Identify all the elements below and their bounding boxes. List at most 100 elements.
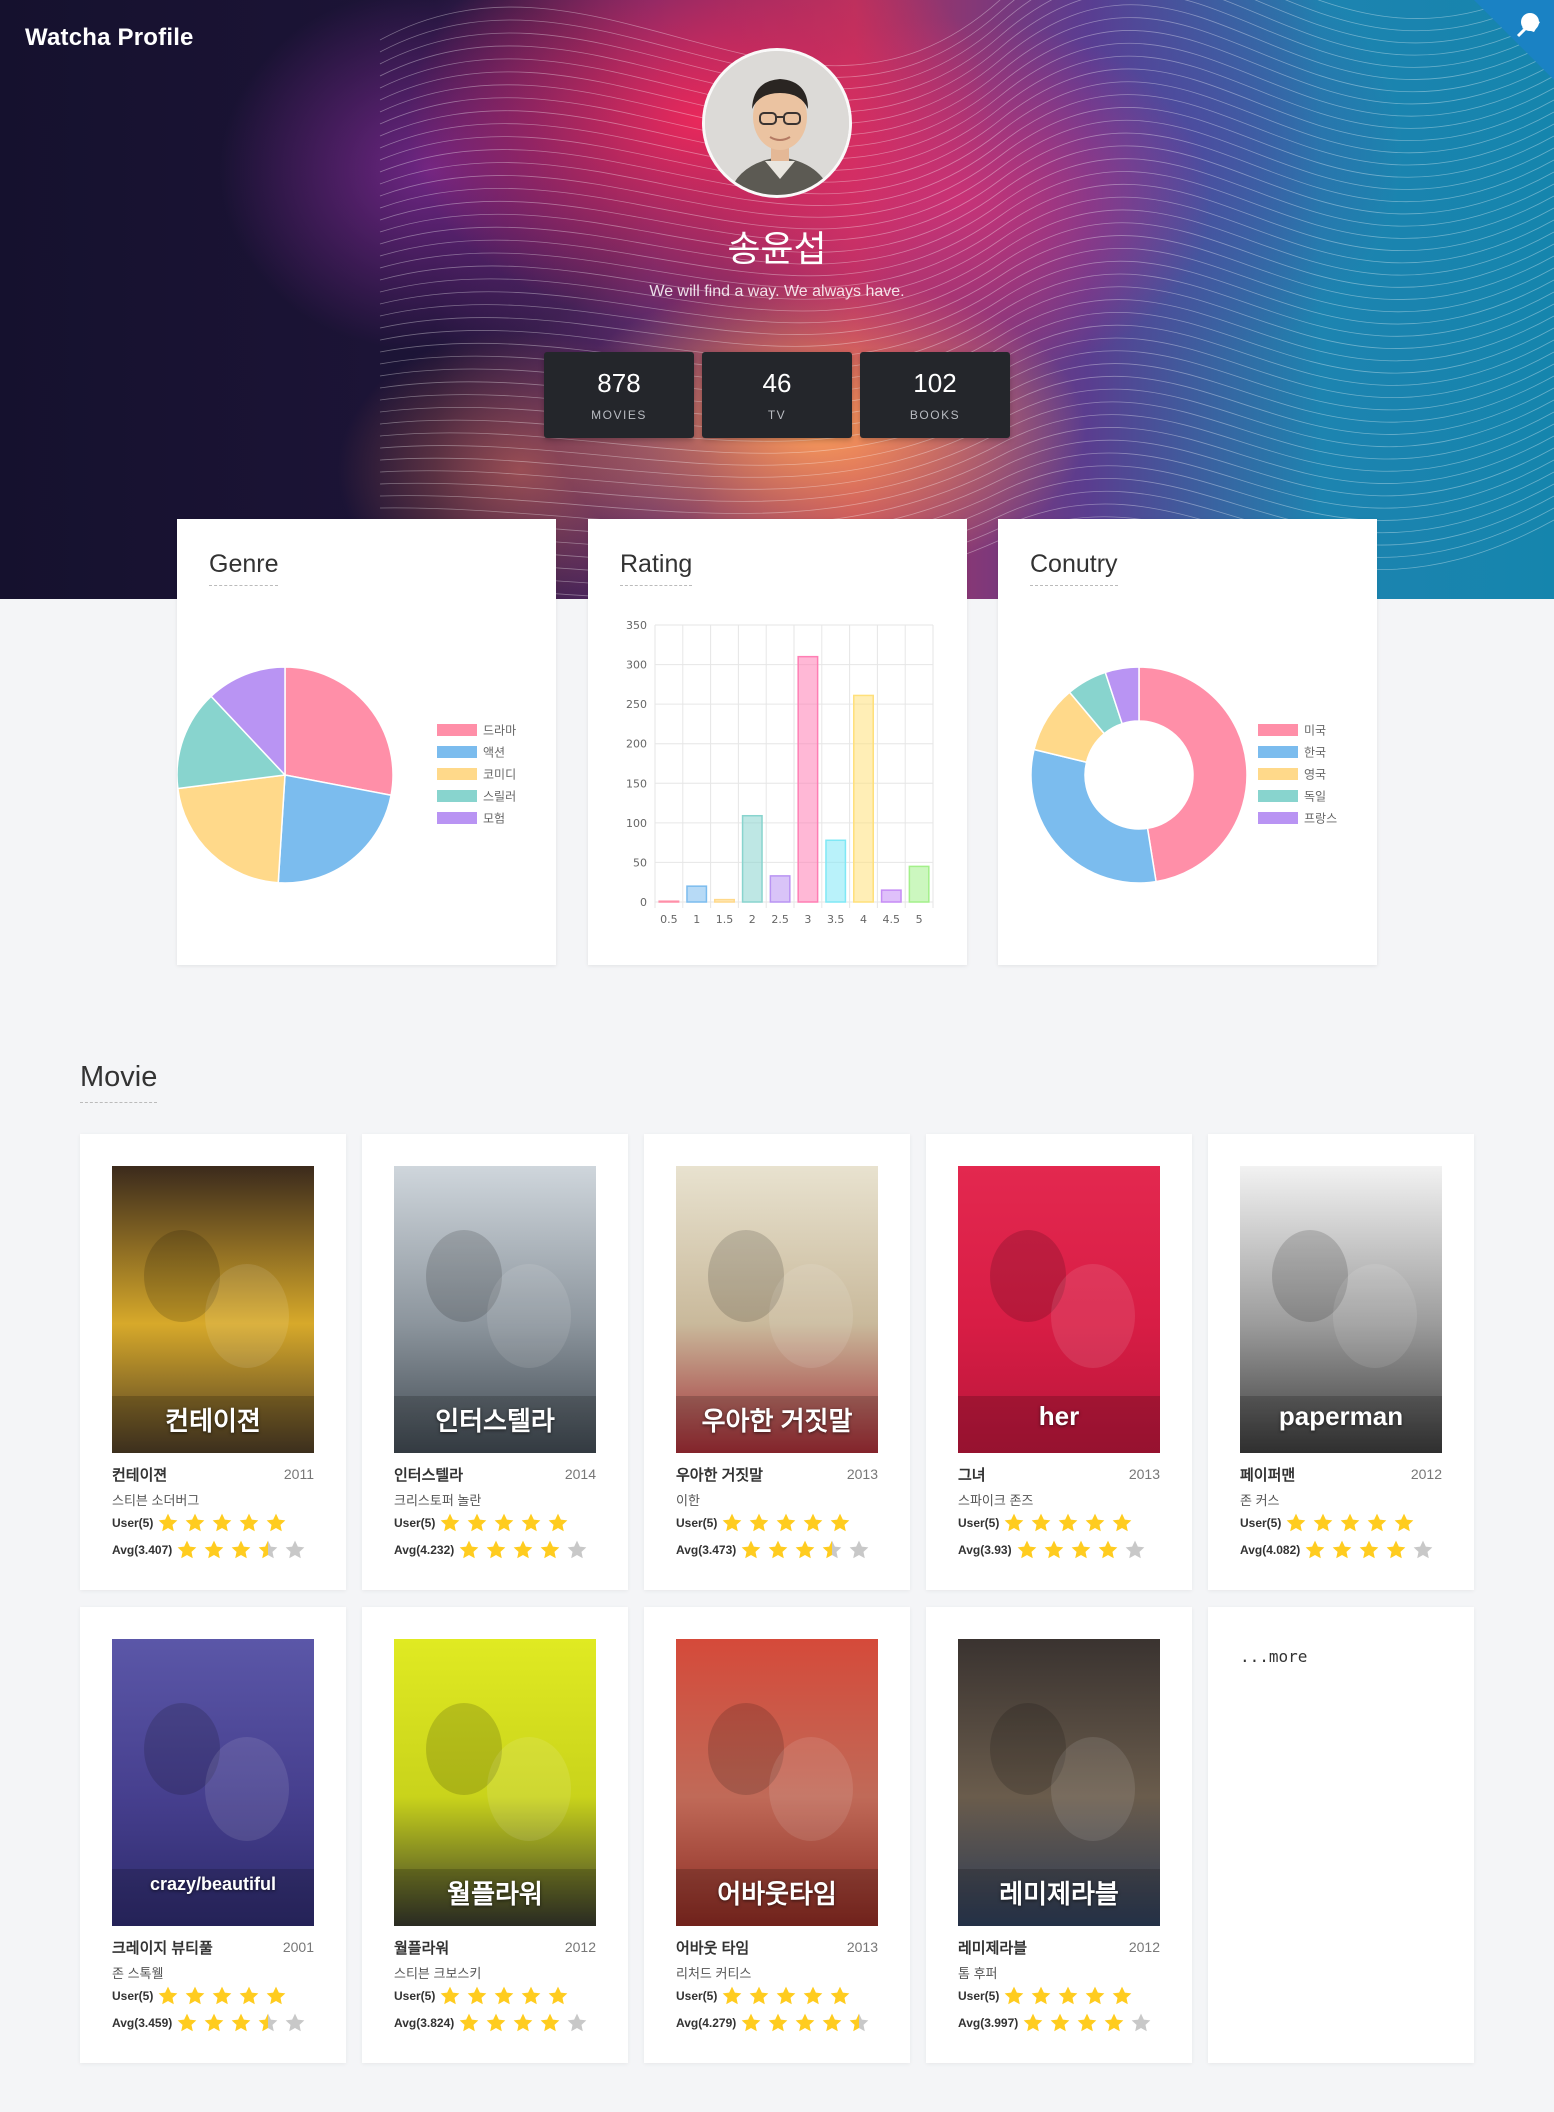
movie-card[interactable]: 레미제라블 레미제라블 2012 톰 후퍼 User(5) Avg(3.997) [926,1607,1192,2063]
genre-slice[interactable] [284,666,394,797]
poster-title-text: 레미제라블 [999,1879,1119,1909]
movie-card[interactable]: her 그녀 2013 스파이크 존즈 User(5) Avg(3.93) [926,1134,1192,1590]
rating-bar[interactable] [880,889,902,903]
star-icon [441,1513,460,1532]
star-icon [1032,1513,1051,1532]
movie-card[interactable]: 인터스텔라 인터스텔라 2014 크리스토퍼 놀란 User(5) Avg(4.… [362,1134,628,1590]
movie-card[interactable]: 월플라워 월플라워 2012 스티븐 크보스키 User(5) Avg(3.82… [362,1607,628,2063]
stat-movies-label: MOVIES [591,408,647,422]
movie-poster[interactable]: 레미제라블 [958,1639,1160,1926]
user-rating-row: User(5) [676,1985,856,2007]
brand-title[interactable]: Watcha Profile [25,24,194,52]
genre-legend-swatch [437,724,477,736]
star-icon [486,1540,506,1559]
movie-card[interactable]: 컨테이젼 컨테이젼 2011 스티븐 소더버그 User(5) Avg(3.40… [80,1134,346,1590]
movie-card[interactable]: crazy/beautiful 크레이지 뷰티풀 2001 존 스톡웰 User… [80,1607,346,2063]
country-legend-label[interactable]: 독일 [1304,790,1326,804]
movie-poster[interactable]: her [958,1166,1160,1453]
genre-legend-label[interactable]: 드라마 [483,724,516,738]
stat-tv-label: TV [767,408,787,422]
more-card[interactable]: ...more [1208,1607,1474,2063]
country-legend-label[interactable]: 미국 [1304,724,1326,738]
rating-xtick-label: 2.5 [771,913,789,926]
movie-title[interactable]: 월플라워 [394,1937,449,1958]
more-link[interactable]: ...more [1240,1647,1307,1666]
country-legend-label[interactable]: 영국 [1304,768,1326,782]
avg-rating-stars [176,1539,311,1561]
star-icon [231,1540,251,1559]
stat-books[interactable]: 102 BOOKS [860,352,1010,438]
rating-bar[interactable] [714,898,735,903]
movie-title[interactable]: 어바웃 타임 [676,1937,749,1958]
country-legend-label[interactable]: 프랑스 [1304,812,1337,826]
user-rating-stars [721,1512,856,1534]
movie-year: 2012 [564,1939,596,1955]
rating-xtick-label: 3.5 [827,913,845,926]
rating-bar[interactable] [769,875,791,903]
star-icon [177,1540,197,1559]
rating-ytick-label: 300 [626,659,647,672]
avg-rating-stars [458,2012,593,2034]
rating-bar[interactable] [908,865,930,903]
rating-bar[interactable] [658,900,680,903]
star-icon [1131,2013,1151,2032]
star-icon [768,2013,788,2032]
movie-poster[interactable]: 인터스텔라 [394,1166,596,1453]
rating-bar[interactable] [686,885,708,903]
movie-director: 존 커스 [1240,1493,1280,1508]
rating-bar[interactable] [741,814,763,903]
star-icon [768,1540,788,1559]
avg-rating-label: Avg(4.279) [676,2016,737,2030]
stat-movies[interactable]: 878 MOVIES [544,352,694,438]
movie-title[interactable]: 컨테이젼 [112,1464,167,1485]
movie-title[interactable]: 크레이지 뷰티풀 [112,1937,213,1958]
genre-legend-label[interactable]: 모험 [483,812,505,826]
movie-poster[interactable]: crazy/beautiful [112,1639,314,1926]
movie-title[interactable]: 페이퍼맨 [1240,1464,1295,1485]
rating-bar[interactable] [797,655,819,903]
movie-title[interactable]: 인터스텔라 [394,1464,463,1485]
star-icon [1059,1513,1078,1532]
genre-legend-label[interactable]: 스릴러 [483,790,516,804]
movie-year: 2001 [282,1939,314,1955]
rating-ytick-label: 0 [640,896,647,909]
movie-card[interactable]: 우아한 거짓말 우아한 거짓말 2013 이한 User(5) Avg(3.47… [644,1134,910,1590]
avg-rating-row: Avg(3.407) [112,1539,311,1561]
country-legend-swatch [1258,790,1298,802]
profile-header: Watcha Profile 송윤섭 We will find a way. W… [0,0,1554,599]
movie-title[interactable]: 그녀 [958,1464,986,1485]
rating-bar[interactable] [825,839,847,903]
country-legend-label[interactable]: 한국 [1304,746,1326,760]
movie-card[interactable]: paperman 페이퍼맨 2012 존 커스 User(5) Avg(4.08… [1208,1134,1474,1590]
avg-rating-label: Avg(3.407) [112,1543,173,1557]
movie-title[interactable]: 레미제라블 [958,1937,1027,1958]
genre-legend-label[interactable]: 코미디 [483,768,516,782]
rating-bar[interactable] [853,694,874,903]
genre-legend-label[interactable]: 액션 [483,746,505,760]
movie-poster[interactable]: 우아한 거짓말 [676,1166,878,1453]
star-icon [567,1540,587,1559]
wave-line [379,0,1513,67]
wave-line [379,0,1554,90]
movie-title[interactable]: 우아한 거짓말 [676,1464,763,1485]
user-rating-row: User(5) [394,1512,574,1534]
wave-line [379,81,1554,195]
avg-rating-label: Avg(3.473) [676,1543,737,1557]
movie-year: 2014 [564,1466,596,1482]
star-icon [795,2013,815,2032]
stat-tv[interactable]: 46 TV [702,352,852,438]
movie-year: 2013 [846,1466,878,1482]
country-legend-swatch [1258,746,1298,758]
movie-card[interactable]: 어바웃타임 어바웃 타임 2013 리처드 커티스 User(5) Avg(4.… [644,1607,910,2063]
rating-xtick-label: 4 [860,913,867,926]
movie-poster[interactable]: 월플라워 [394,1639,596,1926]
github-corner-link[interactable] [1474,0,1554,80]
movie-poster[interactable]: 컨테이젼 [112,1166,314,1453]
star-icon [468,1513,487,1532]
movie-poster[interactable]: 어바웃타임 [676,1639,878,1926]
country-slice[interactable] [1138,666,1248,883]
genre-slice[interactable] [177,774,286,884]
movie-poster[interactable]: paperman [1240,1166,1442,1453]
country-slice[interactable] [1030,748,1157,884]
avg-rating-row: Avg(4.082) [1240,1539,1439,1561]
